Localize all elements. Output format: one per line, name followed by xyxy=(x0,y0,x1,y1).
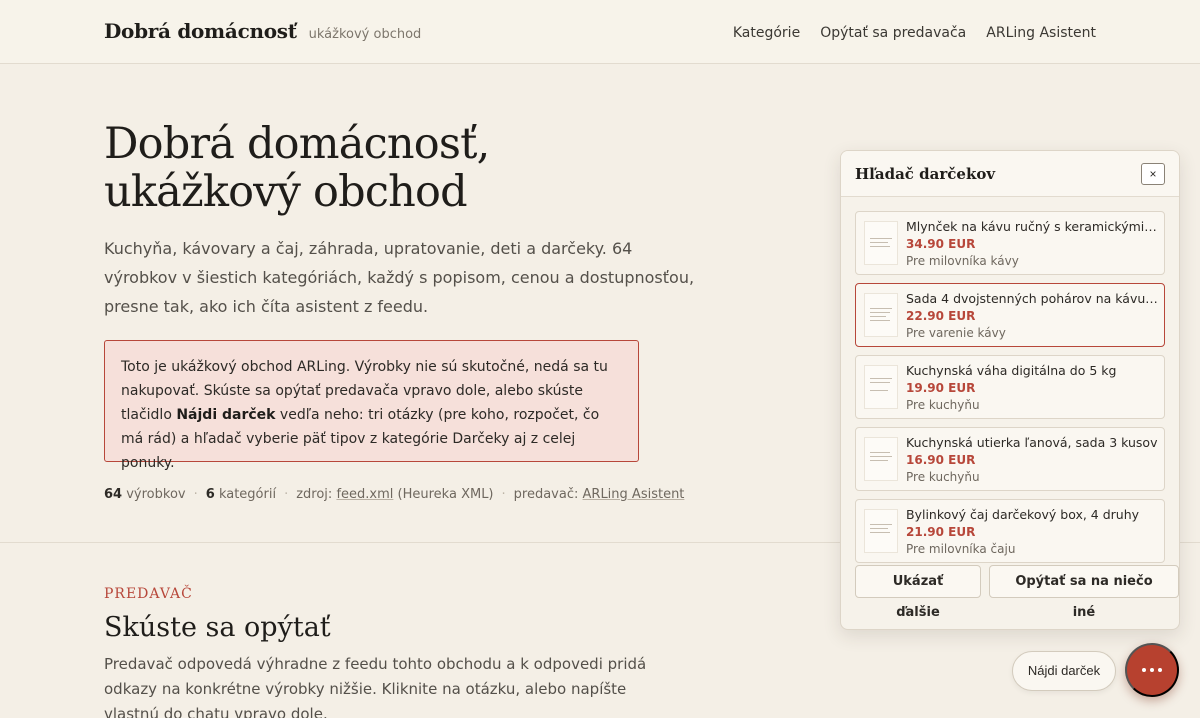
products-label: výrobkov xyxy=(126,487,186,502)
seller-link[interactable]: ARLing Asistent xyxy=(583,487,685,502)
categories-label: kategórií xyxy=(218,487,277,502)
gift-item-price: 34.90 EUR xyxy=(906,237,976,251)
notice-bold: Nájdi darček xyxy=(176,407,276,423)
show-more-button[interactable]: Ukázať ďalšie xyxy=(855,565,981,620)
gift-item-name: Sada 4 dvojstenných pohárov na kávu 250 … xyxy=(906,291,1158,306)
product-thumbnail xyxy=(864,365,898,409)
feed-link[interactable]: feed.xml xyxy=(336,487,393,502)
gift-item[interactable]: Sada 4 dvojstenných pohárov na kávu 250 … xyxy=(855,283,1165,347)
brand-name: Dobrá domácnosť xyxy=(104,19,297,43)
demo-notice: Toto je ukážkový obchod ARLing. Výrobky … xyxy=(104,340,639,471)
seller-label: predavač: xyxy=(513,487,579,502)
chat-button[interactable] xyxy=(1125,643,1179,697)
section-description: Predavač odpovedá výhradne z feedu tohto… xyxy=(104,655,647,718)
product-thumbnail xyxy=(864,221,898,265)
page-title: Dobrá domácnosť, ukážkový obchod xyxy=(104,120,664,216)
close-button[interactable]: × xyxy=(1141,163,1165,185)
meta-separator: · xyxy=(501,487,506,502)
meta-separator: · xyxy=(284,487,289,502)
main-nav: Kategórie Opýtať sa predavača ARLing Asi… xyxy=(733,25,1096,41)
gift-item-tag: Pre milovníka kávy xyxy=(906,254,1019,268)
source-format: (Heureka XML) xyxy=(397,487,494,502)
brand[interactable]: Dobrá domácnosť ukážkový obchod xyxy=(104,19,421,43)
gift-item-tag: Pre kuchyňu xyxy=(906,398,980,412)
nav-categories[interactable]: Kategórie xyxy=(733,25,800,41)
ask-other-button[interactable]: Opýtať sa na niečo iné xyxy=(988,565,1179,620)
gift-item-price: 21.90 EUR xyxy=(906,525,976,539)
more-dots-icon xyxy=(1142,668,1146,672)
gift-item-name: Mlynček na kávu ručný s keramickými kame… xyxy=(906,219,1158,234)
gift-finder-actions: Ukázať ďalšie Opýtať sa na niečo iné xyxy=(855,565,1179,620)
gift-item-price: 19.90 EUR xyxy=(906,381,976,395)
gift-item-price: 16.90 EUR xyxy=(906,453,976,467)
gift-item[interactable]: Bylinkový čaj darčekový box, 4 druhy 21.… xyxy=(855,499,1165,563)
section-eyebrow: Predavač xyxy=(104,586,193,602)
gift-item[interactable]: Kuchynská váha digitálna do 5 kg 19.90 E… xyxy=(855,355,1165,419)
gift-finder-header: Hľadač darčekov × xyxy=(841,151,1179,197)
brand-subtitle: ukážkový obchod xyxy=(308,27,422,42)
page-title-line2: ukážkový obchod xyxy=(104,167,468,217)
gift-item-tag: Pre milovníka čaju xyxy=(906,542,1016,556)
top-bar: Dobrá domácnosť ukážkový obchod Kategóri… xyxy=(0,0,1200,64)
gift-item-name: Bylinkový čaj darčekový box, 4 druhy xyxy=(906,507,1140,522)
shop-meta: 64 výrobkov · 6 kategórií · zdroj: feed.… xyxy=(104,487,684,502)
gift-list: Mlynček na kávu ručný s keramickými kame… xyxy=(855,211,1165,571)
gift-item-name: Kuchynská váha digitálna do 5 kg xyxy=(906,363,1117,378)
product-thumbnail xyxy=(864,509,898,553)
nav-arling-assistant[interactable]: ARLing Asistent xyxy=(986,25,1096,41)
more-dots-icon xyxy=(1150,668,1154,672)
section-title: Skúste sa opýtať xyxy=(104,612,331,643)
gift-finder-title: Hľadač darčekov xyxy=(855,165,996,183)
gift-item[interactable]: Mlynček na kávu ručný s keramickými kame… xyxy=(855,211,1165,275)
source-label: zdroj: xyxy=(296,487,333,502)
more-dots-icon xyxy=(1158,668,1162,672)
meta-separator: · xyxy=(193,487,198,502)
gift-item-tag: Pre varenie kávy xyxy=(906,326,1006,340)
products-count: 64 xyxy=(104,487,123,502)
gift-item[interactable]: Kuchynská utierka ľanová, sada 3 kusov 1… xyxy=(855,427,1165,491)
gift-item-price: 22.90 EUR xyxy=(906,309,976,323)
gift-item-tag: Pre kuchyňu xyxy=(906,470,980,484)
nav-ask-seller[interactable]: Opýtať sa predavača xyxy=(820,25,966,41)
product-thumbnail xyxy=(864,437,898,481)
gift-item-name: Kuchynská utierka ľanová, sada 3 kusov xyxy=(906,435,1158,450)
hero-description: Kuchyňa, kávovary a čaj, záhrada, uprato… xyxy=(104,239,695,316)
categories-count: 6 xyxy=(205,487,215,502)
page-title-line1: Dobrá domácnosť, xyxy=(104,119,490,169)
product-thumbnail xyxy=(864,293,898,337)
gift-finder-panel: Hľadač darčekov × Mlynček na kávu ručný … xyxy=(840,150,1180,630)
find-gift-button[interactable]: Nájdi darček xyxy=(1012,651,1116,691)
